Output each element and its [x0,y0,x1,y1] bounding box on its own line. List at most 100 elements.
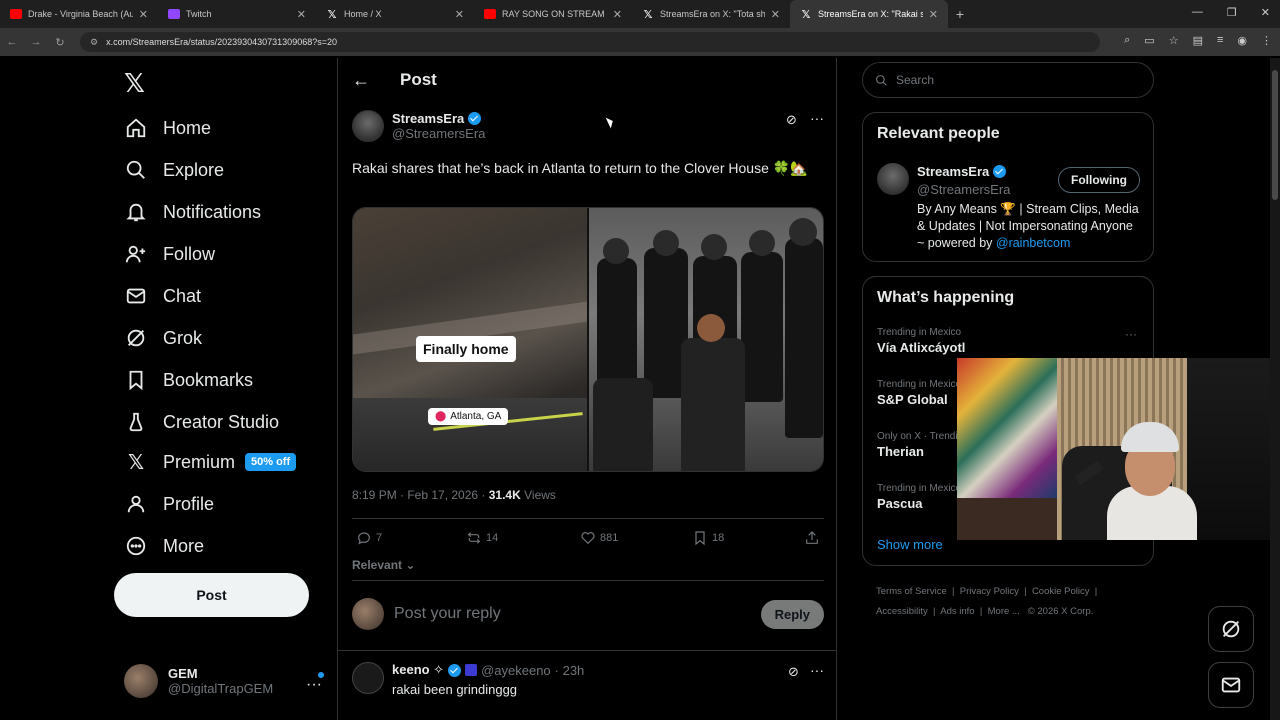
verified-badge-icon [468,112,482,125]
url-field[interactable]: ⚙ x.com/StreamersEra/status/202393043073… [80,32,1100,52]
media-image-right[interactable] [587,208,823,471]
account-switcher[interactable]: GEM @DigitalTrapGEM [124,664,273,698]
star-icon[interactable]: ☆ [1169,34,1179,47]
new-tab-button[interactable]: + [948,6,972,22]
browser-tab[interactable]: Drake - Virginia Beach (Audio)✕ [0,0,158,28]
profile-icon[interactable]: ◉ [1237,34,1247,47]
post-metadata: 8:19 PM · Feb 17, 2026 · 31.4K Views [352,488,556,502]
media-image-left[interactable]: Finally home ⬤ Atlanta, GA [353,208,588,471]
post-button[interactable]: Post [114,573,309,617]
minimize-icon[interactable]: — [1192,6,1203,19]
zoom-icon[interactable]: ⌕ [1124,34,1130,47]
more-horizontal-icon[interactable]: ··· [1125,327,1137,341]
menu-icon[interactable]: ⋮ [1261,34,1272,47]
close-icon[interactable]: ✕ [771,8,780,21]
close-icon[interactable]: ✕ [455,8,464,21]
maximize-icon[interactable]: ❐ [1227,6,1237,19]
nav-profile[interactable]: Profile [124,484,214,524]
trend-item[interactable]: Trending in Mexico Vía Atlixcáyotl [877,327,965,355]
cast-icon[interactable]: ▭ [1144,34,1154,47]
repost-action[interactable]: 14 [466,530,498,546]
nav-home[interactable]: Home [124,108,211,148]
share-action[interactable] [804,530,824,546]
browser-tab-active[interactable]: 𝕏StreamsEra on X: "Rakai shares✕ [790,0,948,28]
back-icon[interactable]: ← [0,36,24,48]
post-media[interactable]: Finally home ⬤ Atlanta, GA [352,207,824,472]
more-horizontal-icon[interactable]: ··· [810,110,824,126]
divider [338,650,836,651]
avatar[interactable] [352,110,384,142]
nav-grok[interactable]: Grok [124,318,202,358]
sidepanel-icon[interactable]: ▤ [1193,34,1203,47]
footer-link[interactable]: More ... [988,606,1020,617]
nav-premium[interactable]: 𝕏 Premium 50% off [124,442,297,482]
heart-icon [581,532,595,545]
x-icon: 𝕏 [127,451,145,474]
footer-link[interactable]: Cookie Policy [1032,586,1090,597]
webcam-background-shelf [1187,358,1280,540]
scrollbar-thumb[interactable] [1272,70,1278,200]
footer-link[interactable]: Privacy Policy [960,586,1019,597]
divider [352,518,824,519]
following-button[interactable]: Following [1058,167,1140,193]
show-more-link[interactable]: Show more [877,537,943,552]
photo-figure [701,234,727,260]
photo-figure [697,314,725,342]
photo-figure [653,230,679,256]
reply-action[interactable]: 7 [356,530,382,546]
close-icon[interactable]: ✕ [139,8,148,21]
nav-explore[interactable]: Explore [124,150,224,190]
grok-floating-button[interactable] [1208,606,1254,652]
browser-tab[interactable]: 𝕏 Home / X ✕ [316,0,474,28]
creator-icon [124,410,148,434]
close-icon[interactable]: ✕ [297,8,306,21]
reply-button[interactable]: Reply [760,599,824,629]
search-input[interactable]: Search [862,62,1154,98]
post-author[interactable]: StreamsEra @StreamersEra [352,110,485,142]
reply-composer: Post your reply Reply [352,596,824,632]
reply-sort-dropdown[interactable]: Relevant ⌄ [352,558,415,572]
footer-link[interactable]: Ads info [940,606,974,617]
trend-item[interactable]: Trending in Mexico Pascua [877,483,961,511]
scrollbar[interactable] [1270,58,1280,720]
site-info-icon[interactable]: ⚙ [90,37,98,48]
browser-tab[interactable]: Twitch ✕ [158,0,316,28]
forward-icon[interactable]: → [24,36,48,48]
reply-input[interactable]: Post your reply [394,605,761,623]
verified-badge-icon [993,165,1007,178]
nav-notifications[interactable]: Notifications [124,192,261,232]
browser-tab[interactable]: RAY SONG ON STREAM CHRIS...✕ [474,0,632,28]
more-horizontal-icon[interactable]: ··· [306,676,322,694]
nav-bookmarks[interactable]: Bookmarks [124,360,253,400]
media-caption: Finally home [416,336,516,362]
nav-chat[interactable]: Chat [124,276,201,316]
location-pin-icon: ⬤ [435,411,447,422]
media-icon[interactable]: ≡ [1217,34,1223,47]
reload-icon[interactable]: ↻ [48,36,72,49]
like-action[interactable]: 881 [580,530,618,546]
home-icon [124,116,148,140]
back-arrow-icon[interactable]: ← [352,70,370,91]
avatar[interactable] [877,163,909,195]
close-icon[interactable]: ✕ [613,8,622,21]
footer-link[interactable]: Accessibility [876,606,928,617]
bookmark-icon [695,531,705,546]
close-icon[interactable]: ✕ [929,8,938,21]
nav-follow[interactable]: Follow [124,234,215,274]
grok-icon[interactable]: ⊘ [786,112,797,128]
browser-tab[interactable]: 𝕏StreamsEra on X: "Tota shares a✕ [632,0,790,28]
nav-more[interactable]: More [124,526,204,566]
mouse-cursor [605,115,616,129]
nav-creator-studio[interactable]: Creator Studio [124,402,279,442]
x-logo-icon[interactable]: 𝕏 [124,68,145,99]
avatar[interactable] [352,662,384,694]
trend-item[interactable]: Trending in Mexico S&P Global [877,379,961,407]
x-logo-icon: 𝕏 [801,8,811,21]
more-horizontal-icon[interactable]: ··· [810,662,824,678]
close-window-icon[interactable]: ✕ [1261,6,1270,19]
bookmark-action[interactable]: 18 [692,530,724,546]
grok-icon[interactable]: ⊘ [788,664,799,680]
messages-floating-button[interactable] [1208,662,1254,708]
footer-link[interactable]: Terms of Service [876,586,947,597]
trend-item[interactable]: Only on X · Trending Therian [877,431,969,459]
